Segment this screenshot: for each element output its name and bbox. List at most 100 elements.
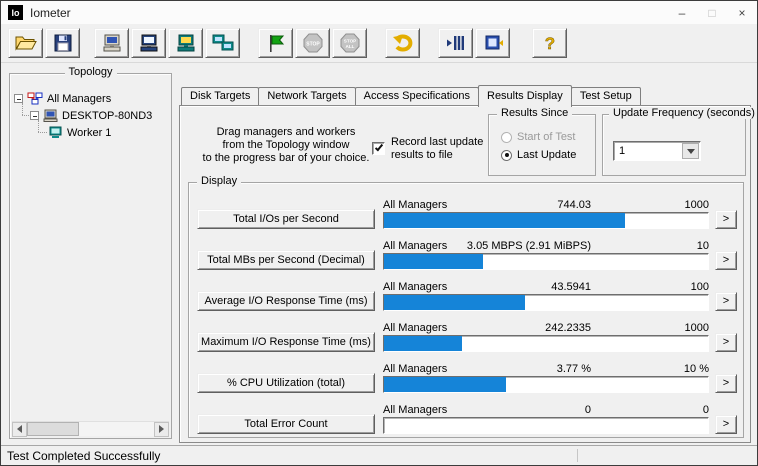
expand-chart-button[interactable]: > — [715, 251, 737, 270]
expand-chart-button[interactable]: > — [715, 415, 737, 434]
minimize-button[interactable]: – — [667, 1, 697, 24]
update-frequency-combobox[interactable]: 1 — [613, 141, 701, 161]
bar-value: 43.5941 — [551, 281, 591, 293]
close-button[interactable]: × — [727, 1, 757, 24]
start-tests-button[interactable] — [258, 28, 293, 58]
progress-bar-fill — [384, 213, 625, 228]
update-frequency-title: Update Frequency (seconds) — [609, 107, 758, 119]
button-cpu-utilization[interactable]: % CPU Utilization (total) — [197, 373, 375, 393]
reset-results-button[interactable] — [385, 28, 420, 58]
svg-text:STOP: STOP — [306, 42, 320, 48]
combobox-dropdown-button[interactable] — [682, 143, 699, 159]
svg-text:STOP: STOP — [343, 39, 355, 44]
collapse-expander-icon[interactable] — [30, 111, 39, 120]
app-logo-text: Io — [12, 8, 20, 18]
scrollbar-thumb[interactable] — [27, 422, 79, 436]
tab-network-targets[interactable]: Network Targets — [258, 87, 355, 105]
progress-bar-cpu-utilization[interactable] — [383, 376, 709, 393]
toolbar: STOP STOP ALL — [1, 24, 757, 63]
expand-chart-button[interactable]: > — [715, 210, 737, 229]
metric-row: Total MBs per Second (Decimal) All Manag… — [197, 236, 739, 270]
computer-icon — [101, 34, 123, 53]
bar-column: All Managers 3.05 MBPS (2.91 MiBPS) 10 — [383, 238, 709, 270]
svg-text:?: ? — [544, 34, 554, 53]
bar-scale-max: 10 — [591, 240, 709, 252]
tree-item-manager[interactable]: DESKTOP-80ND3 — [14, 107, 167, 124]
tab-access-specifications[interactable]: Access Specifications — [355, 87, 479, 105]
update-frequency-value: 1 — [614, 145, 682, 157]
title-bar: Io Iometer – □ × — [1, 1, 757, 24]
button-total-error-count[interactable]: Total Error Count — [197, 414, 375, 434]
progress-bar-total-iops[interactable] — [383, 212, 709, 229]
tree-item-all-managers[interactable]: All Managers — [14, 90, 167, 107]
collapse-expander-icon[interactable] — [14, 94, 23, 103]
stop-test-button[interactable]: STOP — [295, 28, 330, 58]
button-total-iops[interactable]: Total I/Os per Second — [197, 209, 375, 229]
bar-source-label: All Managers — [383, 199, 557, 211]
expand-chart-button[interactable]: > — [715, 292, 737, 311]
expand-chart-button[interactable]: > — [715, 374, 737, 393]
update-frequency-group: Update Frequency (seconds) 1 — [602, 114, 746, 176]
topology-horizontal-scrollbar[interactable] — [12, 421, 169, 436]
bar-column: All Managers 3.77 % 10 % — [383, 361, 709, 393]
start-disk-worker-button[interactable] — [168, 28, 203, 58]
status-message: Test Completed Successfully — [1, 449, 160, 463]
record-results-option: Record last update results to file — [372, 136, 483, 162]
bar-source-label: All Managers — [383, 404, 585, 416]
button-max-response-time[interactable]: Maximum I/O Response Time (ms) — [197, 332, 375, 352]
computer-screen-icon — [138, 34, 160, 53]
open-test-file-button[interactable] — [8, 28, 43, 58]
start-network-worker-button[interactable] — [205, 28, 240, 58]
tab-test-setup[interactable]: Test Setup — [571, 87, 641, 105]
metric-row: Total Error Count All Managers 0 0 > — [197, 400, 739, 434]
chevron-down-icon — [687, 149, 695, 154]
expand-chart-button[interactable]: > — [715, 333, 737, 352]
bar-value: 744.03 — [557, 199, 591, 211]
tab-results-display[interactable]: Results Display — [478, 85, 572, 107]
start-new-manager-button[interactable] — [94, 28, 129, 58]
progress-bar-fill — [384, 336, 462, 351]
bar-labels: All Managers 242.2335 1000 — [383, 320, 709, 335]
progress-bar-max-response[interactable] — [383, 335, 709, 352]
radio-start-of-test[interactable]: Start of Test — [501, 131, 576, 143]
help-button[interactable]: ? — [532, 28, 567, 58]
button-avg-response-time[interactable]: Average I/O Response Time (ms) — [197, 291, 375, 311]
status-bar-divider — [577, 449, 578, 462]
scrollbar-track[interactable] — [27, 422, 154, 437]
all-managers-icon — [27, 92, 43, 105]
tree-connector — [38, 132, 47, 133]
stop-all-tests-button[interactable]: STOP ALL — [332, 28, 367, 58]
window-title: Iometer — [30, 6, 71, 20]
progress-bar-error-count[interactable] — [383, 417, 709, 434]
topology-title: Topology — [64, 66, 116, 78]
record-results-checkbox[interactable] — [372, 142, 385, 155]
reset-workers-button[interactable] — [131, 28, 166, 58]
maximize-button[interactable]: □ — [697, 1, 727, 24]
tree-item-label: Worker 1 — [67, 127, 111, 139]
bar-column: All Managers 0 0 — [383, 402, 709, 434]
radio-last-update[interactable]: Last Update — [501, 149, 576, 161]
progress-bar-total-mbs[interactable] — [383, 253, 709, 270]
results-since-group: Results Since Start of Test Last Update — [488, 114, 596, 176]
exit-button[interactable] — [475, 28, 510, 58]
scroll-left-button[interactable] — [12, 422, 27, 437]
bar-source-label: All Managers — [383, 363, 557, 375]
move-workers-button[interactable] — [438, 28, 473, 58]
tree-item-worker[interactable]: Worker 1 — [14, 124, 167, 141]
button-total-mbs[interactable]: Total MBs per Second (Decimal) — [197, 250, 375, 270]
save-test-file-button[interactable] — [45, 28, 80, 58]
drag-instructions-line: Drag managers and workers — [194, 126, 378, 139]
radio-icon — [501, 132, 512, 143]
manager-icon — [43, 109, 58, 122]
record-results-label: Record last update results to file — [391, 136, 483, 162]
disk-worker-icon — [175, 34, 197, 53]
bar-scale-max: 10 % — [591, 363, 709, 375]
topology-tree: All Managers DESKTOP-80ND3 — [14, 90, 167, 141]
book-icon — [483, 34, 503, 52]
worker-icon — [48, 126, 63, 139]
progress-bar-avg-response[interactable] — [383, 294, 709, 311]
tab-disk-targets[interactable]: Disk Targets — [181, 87, 259, 105]
scroll-right-button[interactable] — [154, 422, 169, 437]
radio-selected-icon — [501, 150, 512, 161]
tree-connector — [38, 120, 39, 132]
